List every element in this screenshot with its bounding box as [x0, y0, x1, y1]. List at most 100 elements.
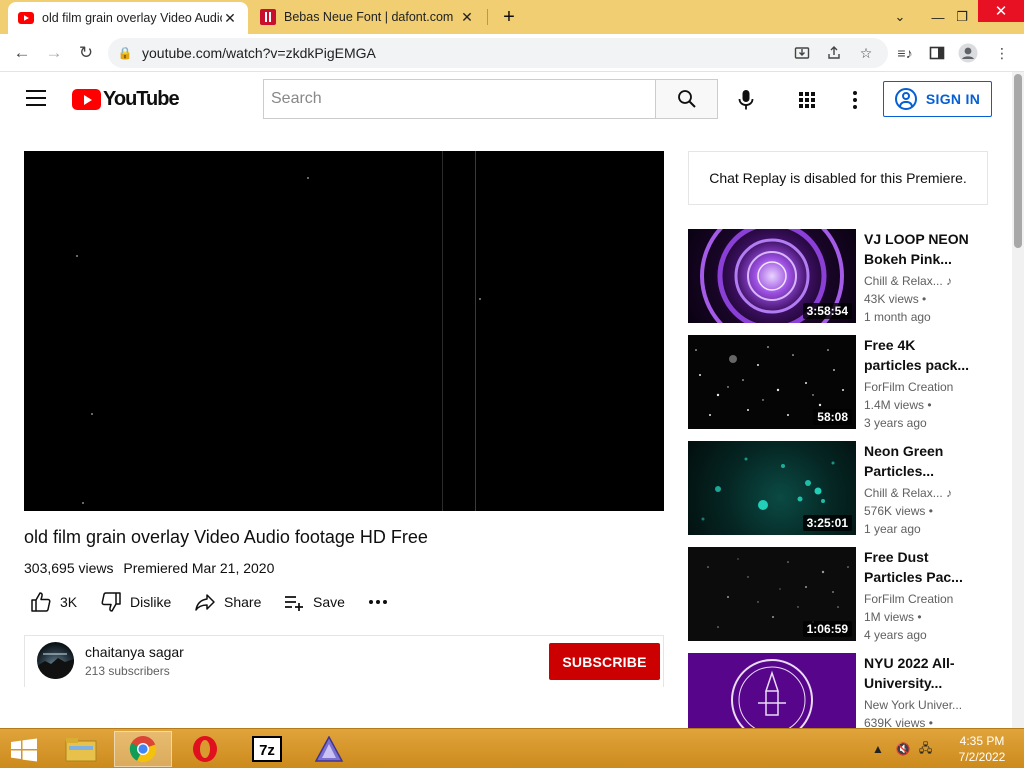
recommendation-views: 1.4M views •: [864, 398, 932, 412]
tray-expand-icon[interactable]: ▲: [872, 742, 884, 756]
recommendation-title[interactable]: VJ LOOP NEON Bokeh Pink...: [864, 229, 974, 269]
more-actions-icon[interactable]: [369, 590, 395, 614]
restore-icon[interactable]: ❐: [942, 0, 982, 34]
tab-search-chevron-icon[interactable]: ⌄: [880, 0, 920, 34]
tab-youtube[interactable]: old film grain overlay Video Audio foota…: [8, 2, 248, 34]
title-line-2: particles pack...: [864, 357, 970, 373]
recommendation-item[interactable]: 58:08 Free 4K particles pack... ForFilm C…: [688, 335, 988, 430]
recommendation-item[interactable]: 1:06:59 Free Dust Particles Pac... ForFil…: [688, 547, 988, 642]
tab-separator: [487, 9, 488, 25]
tab-close-icon[interactable]: ✕: [459, 9, 475, 26]
video-meta: 303,695 views Premiered Mar 21, 2020: [24, 560, 274, 576]
7zip-icon[interactable]: 7z: [238, 731, 296, 767]
video-thumbnail[interactable]: 1:06:59: [688, 547, 856, 641]
channel-row: chaitanya sagar 213 subscribers SUBSCRIB…: [24, 635, 664, 687]
share-button[interactable]: Share: [194, 590, 261, 614]
dislike-label: Dislike: [130, 594, 172, 610]
windows-start-icon[interactable]: [10, 738, 38, 762]
system-tray: ▲ 🔇 🖧: [872, 729, 932, 768]
recommendation-channel[interactable]: ForFilm Creation: [864, 592, 974, 606]
film-speck: [76, 255, 78, 257]
youtube-play-icon: [72, 89, 101, 110]
recommendation-channel[interactable]: New York Univer...: [864, 698, 974, 712]
dafont-icon: [260, 9, 276, 25]
account-icon: [894, 88, 917, 110]
microphone-icon[interactable]: [734, 88, 758, 112]
like-button[interactable]: 3K: [30, 590, 77, 614]
app-triangle-icon[interactable]: [300, 731, 358, 767]
save-button[interactable]: Save: [283, 590, 345, 614]
title-line-1: Neon Green: [864, 443, 944, 459]
recommendation-item[interactable]: 3:25:01 Neon Green Particles... Chill & R…: [688, 441, 988, 536]
subscribe-button[interactable]: SUBSCRIBE: [549, 643, 660, 680]
channel-name[interactable]: chaitanya sagar: [85, 644, 184, 660]
profile-icon[interactable]: [958, 43, 978, 63]
like-count: 3K: [60, 594, 78, 610]
title-line-2: Particles...: [864, 463, 935, 479]
sign-in-button[interactable]: SIGN IN: [883, 81, 992, 117]
lock-icon[interactable]: 🔒: [108, 46, 142, 60]
taskbar-clock[interactable]: 4:35 PM 7/2/2022: [952, 733, 1012, 765]
video-duration: 1:06:59: [802, 621, 852, 637]
video-thumbnail[interactable]: 58:08: [688, 335, 856, 429]
dislike-button[interactable]: Dislike: [100, 590, 171, 614]
scrollbar-thumb[interactable]: [1014, 74, 1022, 248]
hamburger-menu-icon[interactable]: [26, 90, 46, 106]
search-box[interactable]: [263, 79, 656, 119]
video-thumbnail[interactable]: 3:58:54: [688, 229, 856, 323]
recommendation-channel[interactable]: ForFilm Creation: [864, 380, 974, 394]
channel-avatar[interactable]: [37, 642, 74, 679]
media-control-icon[interactable]: ≡♪: [895, 43, 915, 63]
recommendation-views: 639K views •: [864, 716, 933, 728]
youtube-logo[interactable]: YouTube: [72, 88, 180, 111]
page-scrollbar[interactable]: [1012, 72, 1024, 728]
address-bar[interactable]: 🔒 youtube.com/watch?v=zkdkPigEMGA: [108, 38, 888, 68]
recommendation-title[interactable]: Free 4K particles pack...: [864, 335, 974, 375]
file-explorer-icon[interactable]: [52, 731, 110, 767]
search-input[interactable]: [271, 90, 656, 108]
recommendation-title[interactable]: Free Dust Particles Pac...: [864, 547, 974, 587]
search-button[interactable]: [655, 79, 718, 119]
search-icon: [677, 90, 696, 108]
tab-dafont[interactable]: Bebas Neue Font | dafont.com ✕: [250, 0, 485, 34]
new-tab-plus-icon[interactable]: +: [498, 6, 520, 28]
install-icon[interactable]: [792, 43, 812, 63]
back-arrow-icon[interactable]: ←: [9, 40, 35, 66]
recommendation-channel[interactable]: Chill & Relax... ♪: [864, 274, 974, 288]
tab-close-icon[interactable]: ✕: [222, 10, 238, 27]
opera-icon[interactable]: [176, 731, 234, 767]
recommendation-age: 1 month ago: [864, 310, 931, 324]
bookmark-star-icon[interactable]: ☆: [856, 43, 876, 63]
reload-icon[interactable]: ↻: [73, 40, 99, 66]
recommendation-item[interactable]: 3:58:54 VJ LOOP NEON Bokeh Pink... Chill …: [688, 229, 988, 324]
window-close-icon[interactable]: ✕: [978, 0, 1024, 22]
thumbs-down-icon: [101, 592, 121, 612]
windows-taskbar: 7z ▲ 🔇 🖧 4:35 PM 7/2/2022: [0, 728, 1024, 768]
share-page-icon[interactable]: [824, 43, 844, 63]
film-speck: [82, 502, 84, 504]
settings-more-icon[interactable]: [843, 88, 867, 112]
forward-arrow-icon[interactable]: →: [41, 40, 67, 66]
chrome-icon[interactable]: [114, 731, 172, 767]
side-panel-icon[interactable]: [927, 43, 947, 63]
recommendation-item[interactable]: NYU 2022 All- University... New York Univ…: [688, 653, 988, 728]
network-icon[interactable]: 🖧: [919, 739, 932, 760]
video-thumbnail[interactable]: [688, 653, 856, 728]
recommendation-title[interactable]: NYU 2022 All- University...: [864, 653, 974, 693]
browser-menu-icon[interactable]: ⋮: [992, 43, 1012, 63]
address-url: youtube.com/watch?v=zkdkPigEMGA: [142, 45, 376, 61]
film-scratch: [442, 151, 443, 511]
film-speck: [479, 298, 481, 300]
sign-in-label: SIGN IN: [925, 91, 981, 107]
recommendation-channel[interactable]: Chill & Relax... ♪: [864, 486, 974, 500]
subscriber-count: 213 subscribers: [85, 664, 170, 678]
save-label: Save: [313, 594, 345, 610]
video-player[interactable]: [24, 151, 664, 511]
volume-muted-icon[interactable]: 🔇: [896, 742, 911, 756]
recommendation-title[interactable]: Neon Green Particles...: [864, 441, 974, 481]
apps-grid-icon[interactable]: [795, 88, 819, 112]
channel-label: Chill & Relax...: [864, 486, 943, 500]
film-scratch: [475, 151, 476, 511]
title-line-1: NYU 2022 All-: [864, 655, 955, 671]
video-thumbnail[interactable]: 3:25:01: [688, 441, 856, 535]
